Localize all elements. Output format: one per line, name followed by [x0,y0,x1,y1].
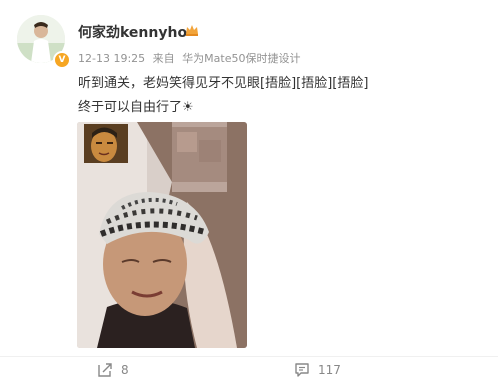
comment-icon [295,363,309,377]
comment-count: 117 [318,363,341,377]
comment-button[interactable]: 117 [294,362,341,378]
post-timestamp[interactable]: 12-13 19:25 [78,52,145,65]
crown-icon [184,22,200,38]
verified-badge-icon: V [53,51,71,69]
post-footer [0,356,498,381]
device-name: 华为Mate50保时捷设计 [182,52,301,65]
username[interactable]: 何家劲kennyho [78,22,187,42]
post-text-line-1: 听到通关，老妈笑得见牙不见眼[捂脸][捂脸][捂脸] [78,76,369,91]
post-text-line-2: 终于可以自由行了☀ [78,100,194,115]
share-count: 8 [121,363,129,377]
video-inset-thumbnail [84,124,128,163]
share-icon [98,363,112,377]
share-button[interactable]: 8 [97,362,129,378]
source-prefix: 来自 [152,52,175,65]
post-text: 听到通关，老妈笑得见牙不见眼[捂脸][捂脸][捂脸] 终于可以自由行了☀ [78,72,368,120]
post-meta: 12-13 19:25 来自 华为Mate50保时捷设计 [78,50,304,66]
